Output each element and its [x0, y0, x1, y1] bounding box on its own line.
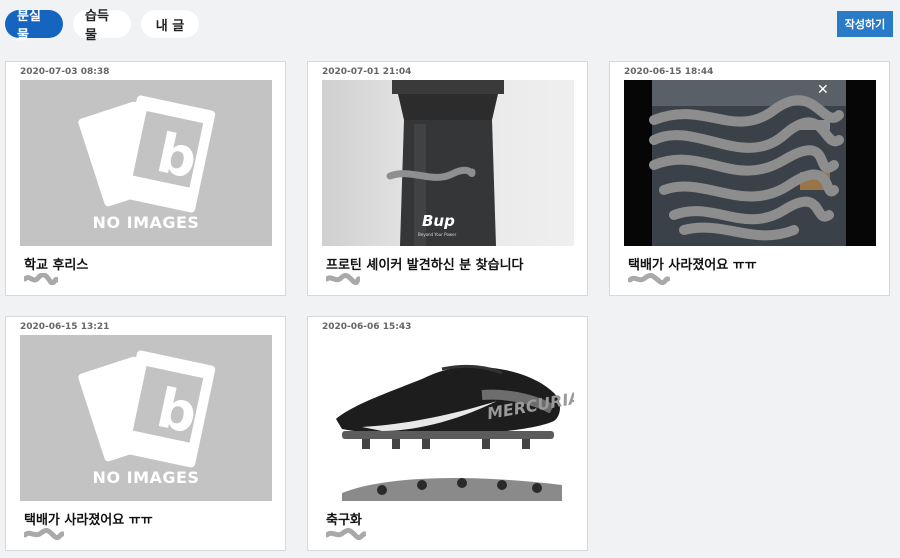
no-images-label: NO IMAGES	[92, 468, 200, 487]
post-card[interactable]: 2020-07-03 08:38 b NO IMAGES 학교 후리스	[5, 61, 286, 296]
post-thumbnail: b NO IMAGES	[20, 335, 272, 501]
post-thumbnail: b NO IMAGES	[20, 80, 272, 246]
soccer-shoes-image: MERCURIAL	[336, 364, 574, 501]
shaker-bottle-image: Bup Beyond Your Power	[386, 80, 504, 246]
redacted-author	[628, 273, 670, 285]
redacted-author	[24, 528, 64, 540]
post-date: 2020-07-01 21:04	[322, 67, 412, 77]
post-card[interactable]: 2020-06-15 18:44 ✕ 택배가 사라졌어요 ㅠㅠ	[609, 61, 890, 296]
scribbled-screenshot-image: ✕	[649, 80, 846, 246]
close-icon: ✕	[817, 82, 829, 98]
post-date: 2020-06-06 15:43	[322, 322, 412, 332]
bottle-brand: Bup	[422, 212, 455, 230]
tab-my-posts[interactable]: 내 글	[141, 10, 199, 38]
post-card[interactable]: 2020-06-06 15:43 MERCURIAL 축구화	[307, 316, 588, 551]
post-thumbnail: ✕	[624, 80, 876, 246]
category-tabs: 분실물 습득물 내 글	[5, 9, 199, 43]
write-post-button[interactable]: 작성하기	[837, 11, 893, 37]
post-title: 프로틴 셰이커 발견하신 분 찾습니다	[326, 258, 524, 273]
post-title: 축구화	[326, 513, 362, 528]
post-card[interactable]: 2020-06-15 13:21 b NO IMAGES 택배가 사라졌어요 ㅠ…	[5, 316, 286, 551]
post-thumbnail: MERCURIAL	[322, 335, 574, 501]
post-title: 택배가 사라졌어요 ㅠㅠ	[628, 258, 757, 273]
no-image-placeholder: b NO IMAGES	[20, 335, 272, 501]
post-date: 2020-06-15 18:44	[624, 67, 714, 77]
post-card[interactable]: 2020-07-01 21:04 Bup Beyond Your Power 프…	[307, 61, 588, 296]
redacted-author	[326, 273, 360, 285]
post-date: 2020-07-03 08:38	[20, 67, 110, 77]
tab-lost-items[interactable]: 분실물	[5, 9, 63, 43]
post-title: 택배가 사라졌어요 ㅠㅠ	[24, 513, 153, 528]
post-title: 학교 후리스	[24, 258, 89, 273]
redacted-author	[326, 528, 366, 540]
redacted-author	[24, 273, 58, 285]
no-image-placeholder: b NO IMAGES	[20, 80, 272, 246]
no-images-label: NO IMAGES	[92, 213, 200, 232]
post-date: 2020-06-15 13:21	[20, 322, 110, 332]
post-thumbnail: Bup Beyond Your Power	[322, 80, 574, 246]
tab-found-items[interactable]: 습득물	[73, 9, 131, 43]
bottle-tagline: Beyond Your Power	[418, 232, 457, 237]
